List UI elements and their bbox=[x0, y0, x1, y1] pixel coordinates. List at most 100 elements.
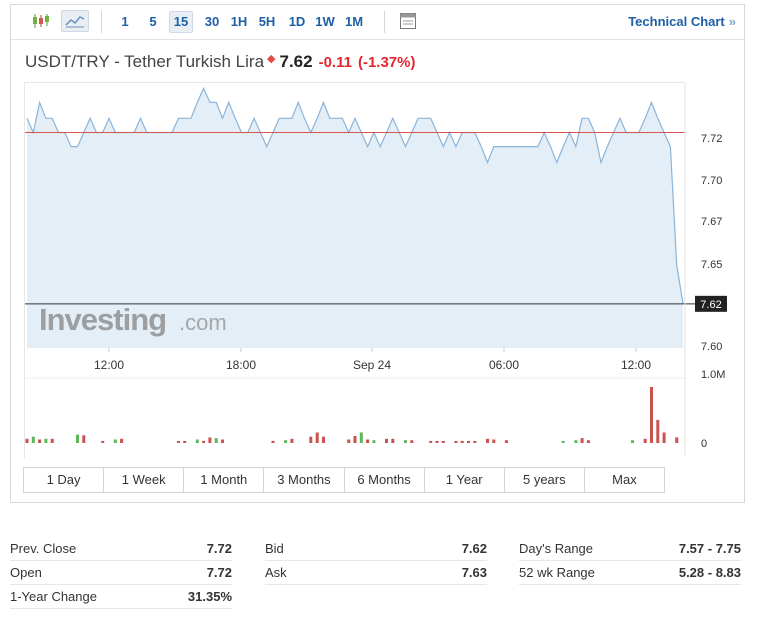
timeframe-30[interactable]: 30 bbox=[200, 11, 224, 33]
stat-label: Ask bbox=[265, 565, 287, 580]
volume-bar bbox=[580, 438, 584, 443]
y-tick-label: 7.60 bbox=[701, 341, 722, 353]
volume-bar bbox=[82, 435, 86, 443]
range-selector: 1 Day 1 Week 1 Month 3 Months 6 Months 1 Year… bbox=[23, 467, 665, 493]
volume-bar bbox=[643, 438, 647, 443]
area-chart-icon[interactable] bbox=[61, 10, 89, 32]
stats-column-2: Bid 7.62 Ask 7.63 bbox=[265, 537, 487, 585]
y-tick-label: 7.70 bbox=[701, 175, 722, 187]
stat-row: Bid 7.62 bbox=[265, 537, 487, 561]
volume-bar bbox=[372, 440, 376, 443]
volume-bar bbox=[25, 438, 29, 443]
volume-bar bbox=[353, 436, 357, 443]
volume-bar bbox=[429, 440, 433, 443]
volume-bar bbox=[44, 438, 48, 443]
live-indicator-icon: ◆ bbox=[267, 53, 276, 65]
volume-bar bbox=[101, 440, 105, 443]
stat-value: 7.72 bbox=[206, 541, 232, 556]
volume-bar bbox=[284, 440, 288, 443]
volume-bar bbox=[347, 439, 351, 443]
chart-widget: 1 5 15 30 1H 5H 1D 1W 1M Technical Chart» USDT/T… bbox=[10, 4, 745, 503]
stat-row: 52 wk Range 5.28 - 8.83 bbox=[519, 561, 741, 585]
volume-tick-label: 1.0M bbox=[701, 369, 725, 381]
stat-row: 1-Year Change 31.35% bbox=[10, 585, 232, 609]
timeframe-1[interactable]: 1 bbox=[115, 11, 135, 33]
volume-bar bbox=[359, 432, 363, 443]
range-max[interactable]: Max bbox=[585, 468, 664, 492]
investing-watermark: Investing bbox=[39, 302, 166, 337]
range-1-year[interactable]: 1 Year bbox=[425, 468, 505, 492]
volume-bar bbox=[650, 387, 653, 443]
volume-bar bbox=[473, 440, 477, 443]
timeframe-1w[interactable]: 1W bbox=[312, 11, 338, 33]
volume-bar bbox=[315, 432, 319, 443]
volume-bar bbox=[322, 436, 325, 443]
stat-value: 7.72 bbox=[206, 565, 232, 580]
stat-row: Prev. Close 7.72 bbox=[10, 537, 232, 561]
volume-bar bbox=[404, 440, 407, 443]
timeframe-1m[interactable]: 1M bbox=[342, 11, 366, 33]
candlestick-icon[interactable] bbox=[29, 10, 53, 32]
range-6-months[interactable]: 6 Months bbox=[345, 468, 425, 492]
volume-bar bbox=[113, 439, 117, 443]
price-chart-svg: Investing.com7.727.707.677.657.627.607.6… bbox=[25, 83, 727, 455]
x-tick-label: 06:00 bbox=[489, 358, 519, 372]
technical-chart-label: Technical Chart bbox=[628, 14, 725, 29]
volume-bar bbox=[120, 438, 124, 443]
timeframe-1d[interactable]: 1D bbox=[285, 11, 309, 33]
range-1-month[interactable]: 1 Month bbox=[184, 468, 265, 492]
volume-bar bbox=[441, 440, 445, 443]
volume-bar bbox=[656, 419, 660, 443]
volume-bar bbox=[492, 439, 496, 443]
technical-chart-link[interactable]: Technical Chart» bbox=[628, 14, 736, 29]
stats-column-3: Day's Range 7.57 - 7.75 52 wk Range 5.28 - … bbox=[519, 537, 741, 585]
y-tick-label: 7.65 bbox=[701, 259, 722, 271]
stat-label: 1-Year Change bbox=[10, 589, 97, 604]
volume-bar bbox=[221, 439, 224, 443]
stat-label: Open bbox=[10, 565, 42, 580]
volume-tick-label: 0 bbox=[701, 438, 707, 450]
investing-watermark-suffix: .com bbox=[179, 310, 227, 335]
double-chevron-right-icon: » bbox=[728, 14, 736, 29]
volume-bar bbox=[214, 438, 218, 443]
volume-bar bbox=[271, 440, 275, 443]
calendar-icon[interactable] bbox=[396, 10, 420, 32]
x-tick-label: 12:00 bbox=[94, 358, 124, 372]
timeframe-1h[interactable]: 1H bbox=[227, 11, 251, 33]
timeframe-5[interactable]: 5 bbox=[143, 11, 163, 33]
stat-value: 5.28 - 8.83 bbox=[678, 565, 741, 580]
stat-value: 7.63 bbox=[461, 565, 487, 580]
y-tick-label: 7.72 bbox=[701, 133, 722, 145]
volume-bar bbox=[391, 438, 395, 443]
volume-bar bbox=[366, 439, 370, 443]
price-chart[interactable]: Investing.com7.727.707.677.657.627.607.6… bbox=[24, 82, 727, 459]
volume-bar bbox=[662, 432, 666, 443]
stat-row: Ask 7.63 bbox=[265, 561, 487, 585]
volume-bar bbox=[208, 437, 212, 443]
volume-bar bbox=[385, 438, 388, 443]
current-price-label: 7.62 bbox=[700, 299, 721, 311]
volume-bar bbox=[675, 437, 679, 443]
volume-bar bbox=[50, 438, 54, 443]
stat-label: Day's Range bbox=[519, 541, 594, 556]
range-1-day[interactable]: 1 Day bbox=[24, 468, 105, 492]
volume-bar bbox=[467, 440, 470, 443]
x-tick-label: Sep 24 bbox=[353, 358, 391, 372]
timeframe-5h[interactable]: 5H bbox=[255, 11, 279, 33]
toolbar-separator bbox=[384, 11, 385, 33]
range-3-months[interactable]: 3 Months bbox=[264, 468, 345, 492]
volume-bar bbox=[76, 434, 79, 443]
volume-bar bbox=[454, 440, 458, 443]
volume-bar bbox=[38, 439, 42, 443]
stat-value: 31.35% bbox=[187, 589, 232, 604]
stat-value: 7.62 bbox=[461, 541, 487, 556]
volume-bar bbox=[561, 440, 565, 443]
chart-toolbar: 1 5 15 30 1H 5H 1D 1W 1M Technical Chart» bbox=[11, 5, 744, 40]
timeframe-15[interactable]: 15 bbox=[169, 11, 193, 33]
range-5-years[interactable]: 5 years bbox=[505, 468, 585, 492]
volume-bar bbox=[202, 440, 206, 443]
stat-label: Prev. Close bbox=[10, 541, 77, 556]
volume-bar bbox=[631, 440, 634, 443]
instrument-header: USDT/TRY - Tether Turkish Lira ◆ 7.62 -0.11… bbox=[25, 52, 416, 72]
range-1-week[interactable]: 1 Week bbox=[104, 468, 185, 492]
